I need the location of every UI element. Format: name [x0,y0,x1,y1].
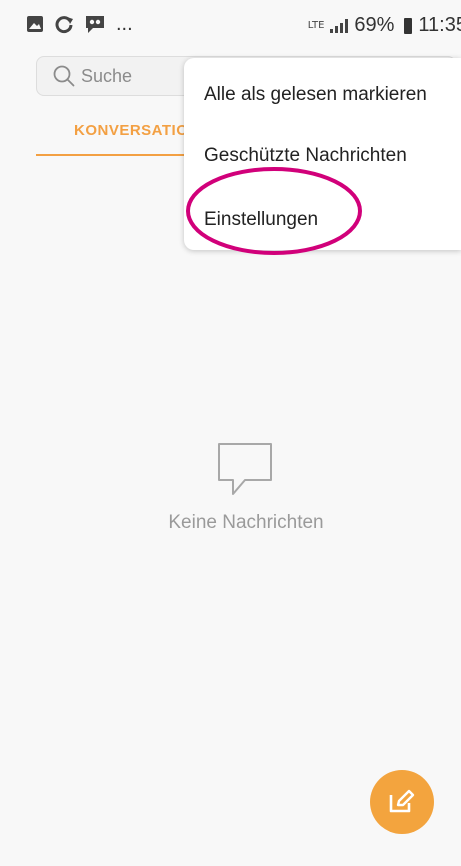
signal-icon [330,18,349,33]
status-bar: ... LTE 69% 11:35 [0,0,461,48]
compose-icon [389,789,415,813]
clock-time: 11:35 [418,14,461,36]
more-notifications-indicator: ... [116,12,133,35]
sync-icon [55,16,73,34]
battery-icon [404,17,413,34]
image-icon [27,16,43,32]
menu-item-protected-messages[interactable]: Geschützte Nachrichten [204,136,407,176]
system-status: LTE 69% 11:35 [308,14,461,37]
voicemail-icon [86,16,104,33]
battery-percentage: 69% [354,14,395,36]
chat-bubble-icon [218,443,272,495]
active-tab-indicator [36,154,196,156]
compose-button[interactable] [370,770,434,834]
overflow-menu: Alle als gelesen markieren Geschützte Na… [184,58,461,250]
search-placeholder: Suche [81,65,133,86]
menu-item-mark-all-read[interactable]: Alle als gelesen markieren [204,75,427,115]
network-type-label: LTE [307,19,325,31]
notification-icons: ... [26,13,133,36]
search-icon [53,65,75,87]
empty-state-message: Keine Nachrichten [168,512,324,533]
menu-item-settings[interactable]: Einstellungen [204,200,318,240]
